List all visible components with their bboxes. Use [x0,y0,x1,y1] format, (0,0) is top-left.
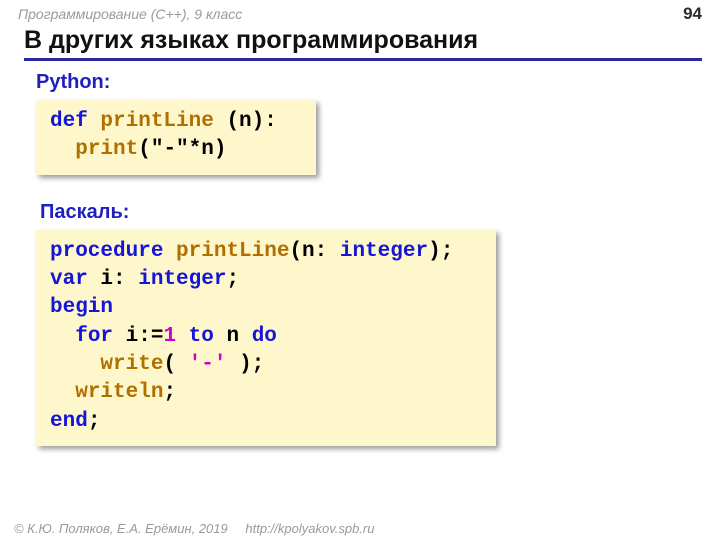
close-paren: ); [428,240,453,263]
kw-for: for [75,325,113,348]
var-decl: i: [88,268,138,291]
python-code-block: def printLine (n): print("-"*n) [36,100,316,175]
authors: © К.Ю. Поляков, Е.А. Ерёмин, 2019 [14,521,228,536]
page-number: 94 [683,4,702,24]
pascal-line-7: end; [50,408,482,436]
slide-title: В других языках программирования [24,26,702,61]
type-integer: integer [340,240,428,263]
kw-end: end [50,410,88,433]
pascal-label: Паскаль: [40,201,720,224]
open-paren: (n: [289,240,339,263]
python-label: Python: [36,71,720,94]
pascal-line-6: writeln; [50,379,482,407]
pascal-code-block: procedure printLine(n: integer); var i: … [36,230,496,446]
kw-procedure: procedure [50,240,163,263]
print-args: ("-"*n) [138,138,226,161]
type-integer-2: integer [138,268,226,291]
kw-var: var [50,268,88,291]
kw-to: to [189,325,214,348]
kw-begin: begin [50,296,113,319]
params: (n): [214,110,277,133]
python-line-2: print("-"*n) [50,136,302,164]
write-call: write [100,353,163,376]
indent [50,138,75,161]
slide-header: Программирование (C++), 9 класс 94 [0,0,720,24]
writeln-call: writeln [75,381,163,404]
dash-literal: '-' [189,353,227,376]
kw-do: do [252,325,277,348]
python-line-1: def printLine (n): [50,108,302,136]
semi: ; [226,268,239,291]
course-label: Программирование (C++), 9 класс [18,6,242,22]
pascal-line-4: for i:=1 to n do [50,323,482,351]
fn-name-pascal: printLine [176,240,289,263]
num-one: 1 [163,325,176,348]
pascal-line-3: begin [50,294,482,322]
fn-name: printLine [100,110,213,133]
pascal-line-1: procedure printLine(n: integer); [50,238,482,266]
kw-def: def [50,110,88,133]
print-call: print [75,138,138,161]
pascal-line-5: write( '-' ); [50,351,482,379]
pascal-line-2: var i: integer; [50,266,482,294]
footer-url: http://kpolyakov.spb.ru [245,521,374,536]
slide-footer: © К.Ю. Поляков, Е.А. Ерёмин, 2019 http:/… [14,521,374,536]
